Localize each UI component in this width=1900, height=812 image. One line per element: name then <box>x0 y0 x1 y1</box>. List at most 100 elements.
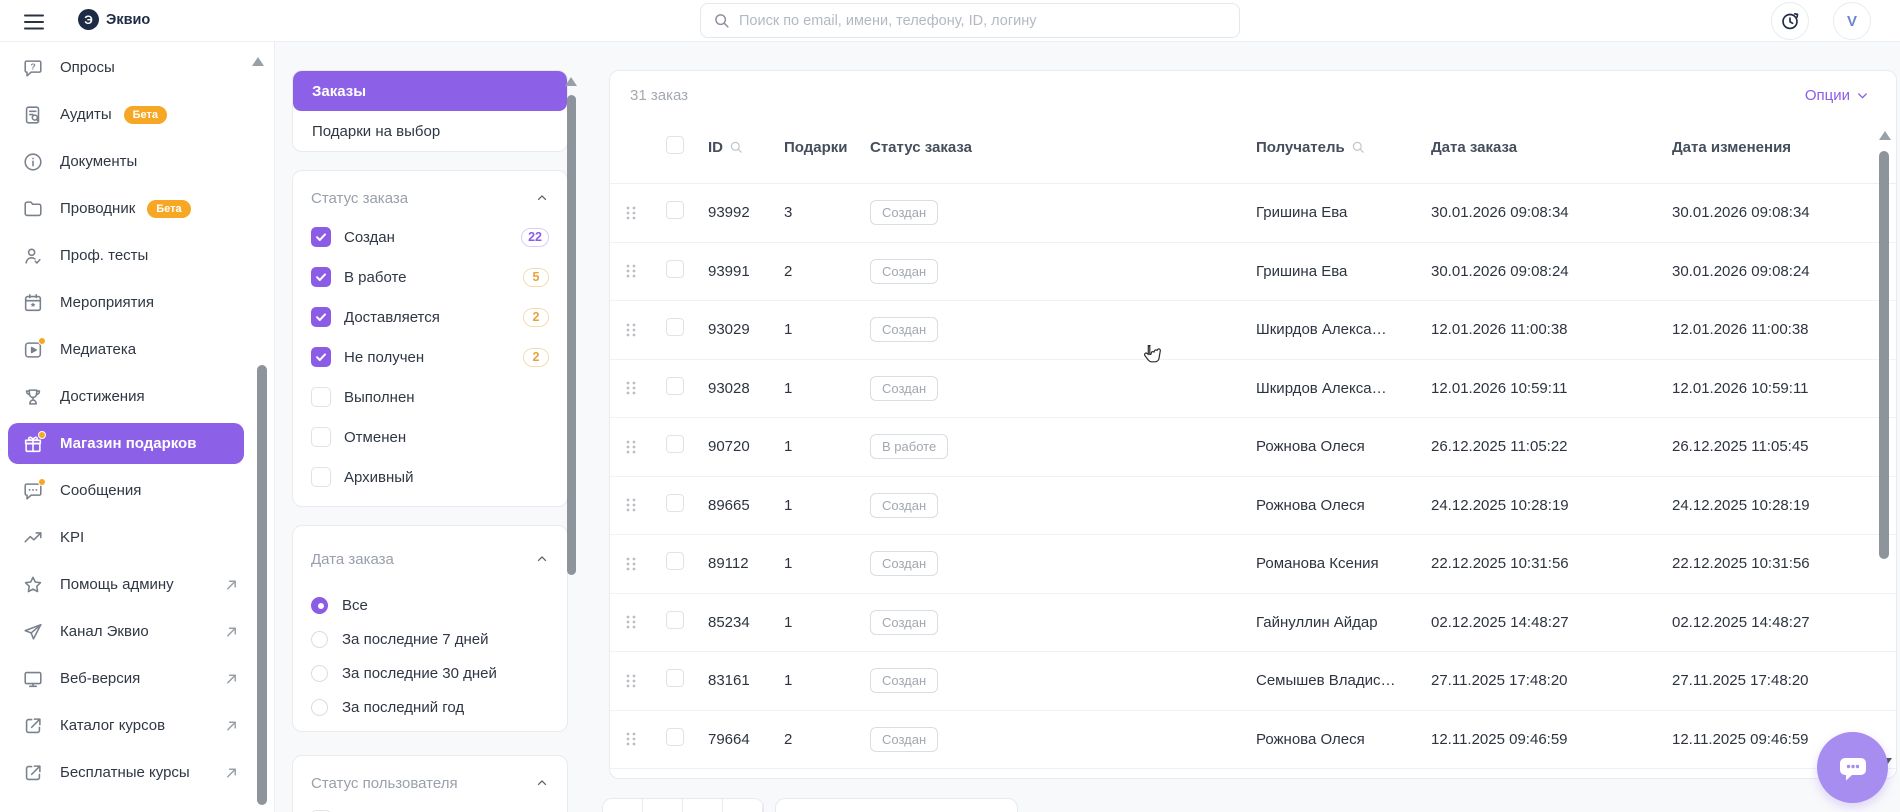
sidebar-item[interactable]: KPI <box>0 514 274 561</box>
sidebar-item[interactable]: Документы <box>0 138 274 185</box>
drag-handle-icon[interactable] <box>624 730 638 748</box>
support-chat-fab[interactable] <box>1817 732 1888 803</box>
date-radio[interactable] <box>311 631 328 648</box>
sidebar-item[interactable]: Помощь админу <box>0 561 274 608</box>
sidebar-item[interactable]: Магазин подарков <box>0 420 274 467</box>
history-clock-button[interactable] <box>1771 2 1809 40</box>
drag-handle-icon[interactable] <box>624 379 638 397</box>
sidebar-item[interactable]: Каталог курсов <box>0 702 274 749</box>
sidebar-item[interactable]: Аудиты Бета <box>0 91 274 138</box>
drag-handle-icon[interactable] <box>624 613 638 631</box>
status-filter-row[interactable]: Доставляется 2 <box>311 297 549 337</box>
sidebar-item[interactable]: Проф. тесты <box>0 232 274 279</box>
status-checkbox[interactable] <box>311 347 331 367</box>
row-checkbox[interactable] <box>666 552 684 570</box>
global-search[interactable] <box>700 3 1240 38</box>
chevron-up-icon[interactable] <box>535 191 549 205</box>
row-checkbox[interactable] <box>666 494 684 512</box>
row-checkbox[interactable] <box>666 260 684 278</box>
panel-tab[interactable]: Заказы <box>293 71 567 111</box>
status-checkbox[interactable] <box>311 467 331 487</box>
chevron-up-icon[interactable] <box>535 776 549 790</box>
date-filter-row[interactable]: За последние 7 дней <box>311 622 549 656</box>
table-scroll-up-arrow[interactable] <box>1879 131 1891 140</box>
sidebar-item[interactable] <box>0 796 274 812</box>
status-filter-row[interactable]: Отменен <box>311 417 549 457</box>
table-scrollbar-thumb[interactable] <box>1879 151 1889 559</box>
table-row[interactable]: 93028 1 Создан Шкирдов Алекса… 12.01.202… <box>610 360 1896 419</box>
sidebar-scroll-up-arrow[interactable] <box>252 57 264 66</box>
table-row[interactable]: 83161 1 Создан Семышев Владис… 27.11.202… <box>610 652 1896 711</box>
status-filter-row[interactable]: Не получен 2 <box>311 337 549 377</box>
column-header-modified[interactable]: Дата изменения <box>1672 139 1896 156</box>
options-dropdown[interactable]: Опции <box>1805 87 1870 104</box>
drag-handle-icon[interactable] <box>624 496 638 514</box>
sidebar-item[interactable]: Канал Эквио <box>0 608 274 655</box>
date-filter-row[interactable]: За последний год <box>311 690 549 724</box>
drag-handle-icon[interactable] <box>624 438 638 456</box>
drag-handle-icon[interactable] <box>624 262 638 280</box>
drag-handle-icon[interactable] <box>624 555 638 573</box>
hamburger-menu-icon[interactable] <box>22 10 46 32</box>
table-row[interactable]: 79664 2 Создан Рожнова Олеся 12.11.2025 … <box>610 711 1896 770</box>
row-checkbox[interactable] <box>666 728 684 746</box>
status-filter-row[interactable]: В работе 5 <box>311 257 549 297</box>
date-radio[interactable] <box>311 665 328 682</box>
column-header-ordered[interactable]: Дата заказа <box>1431 139 1672 156</box>
status-filter-row[interactable]: Создан 22 <box>311 217 549 257</box>
sidebar-item[interactable]: Медиатека <box>0 326 274 373</box>
column-search-icon[interactable] <box>729 140 743 154</box>
date-radio[interactable] <box>311 699 328 716</box>
column-header-id[interactable]: ID <box>708 139 723 156</box>
sidebar-item[interactable]: Проводник Бета <box>0 185 274 232</box>
drag-handle-icon[interactable] <box>624 321 638 339</box>
row-checkbox[interactable] <box>666 318 684 336</box>
table-row[interactable]: 89665 1 Создан Рожнова Олеся 24.12.2025 … <box>610 477 1896 536</box>
table-row[interactable]: 93991 2 Создан Гришина Ева 30.01.2026 09… <box>610 243 1896 302</box>
filter-scroll-up-arrow[interactable] <box>565 77 577 86</box>
row-checkbox[interactable] <box>666 669 684 687</box>
status-checkbox[interactable] <box>311 227 331 247</box>
table-row[interactable]: 93029 1 Создан Шкирдов Алекса… 12.01.202… <box>610 301 1896 360</box>
table-row[interactable]: 89112 1 Создан Романова Ксения 22.12.202… <box>610 535 1896 594</box>
drag-handle-icon[interactable] <box>624 672 638 690</box>
row-checkbox[interactable] <box>666 201 684 219</box>
pagination-size-box[interactable] <box>775 798 1018 812</box>
table-row[interactable]: 90720 1 В работе Рожнова Олеся 26.12.202… <box>610 418 1896 477</box>
panel-tab[interactable]: Подарки на выбор <box>293 111 567 151</box>
user-avatar[interactable]: V <box>1833 2 1871 40</box>
column-header-recipient[interactable]: Получатель <box>1256 139 1345 156</box>
pagination-button[interactable] <box>603 799 643 812</box>
row-checkbox[interactable] <box>666 435 684 453</box>
select-all-checkbox[interactable] <box>666 136 684 154</box>
column-search-icon[interactable] <box>1351 140 1365 154</box>
date-radio[interactable] <box>311 597 328 614</box>
pagination-button[interactable] <box>643 799 683 812</box>
status-checkbox[interactable] <box>311 307 331 327</box>
status-filter-row[interactable]: Архивный <box>311 457 549 497</box>
sidebar-item[interactable]: Веб-версия <box>0 655 274 702</box>
pagination-button[interactable] <box>683 799 723 812</box>
sidebar-item[interactable]: Сообщения <box>0 467 274 514</box>
status-checkbox[interactable] <box>311 387 331 407</box>
sidebar-item[interactable]: Мероприятия <box>0 279 274 326</box>
date-filter-row[interactable]: За последние 30 дней <box>311 656 549 690</box>
search-input[interactable] <box>739 13 1227 29</box>
chevron-up-icon[interactable] <box>535 552 549 566</box>
column-header-gifts[interactable]: Подарки <box>784 139 870 156</box>
drag-handle-icon[interactable] <box>624 204 638 222</box>
row-checkbox[interactable] <box>666 377 684 395</box>
date-filter-row[interactable]: Все <box>311 588 549 622</box>
sidebar-scrollbar-thumb[interactable] <box>257 365 267 805</box>
table-row[interactable]: 93992 3 Создан Гришина Ева 30.01.2026 09… <box>610 184 1896 243</box>
status-checkbox[interactable] <box>311 267 331 287</box>
filter-scrollbar-thumb[interactable] <box>567 95 576 575</box>
status-filter-row[interactable]: Выполнен <box>311 377 549 417</box>
sidebar-item[interactable]: Достижения <box>0 373 274 420</box>
pagination-button[interactable] <box>723 799 763 812</box>
status-checkbox[interactable] <box>311 427 331 447</box>
row-checkbox[interactable] <box>666 611 684 629</box>
sidebar-item[interactable]: Бесплатные курсы <box>0 749 274 796</box>
sidebar-item[interactable]: ? Опросы <box>0 44 274 91</box>
table-row[interactable]: 85234 1 Создан Гайнуллин Айдар 02.12.202… <box>610 594 1896 653</box>
